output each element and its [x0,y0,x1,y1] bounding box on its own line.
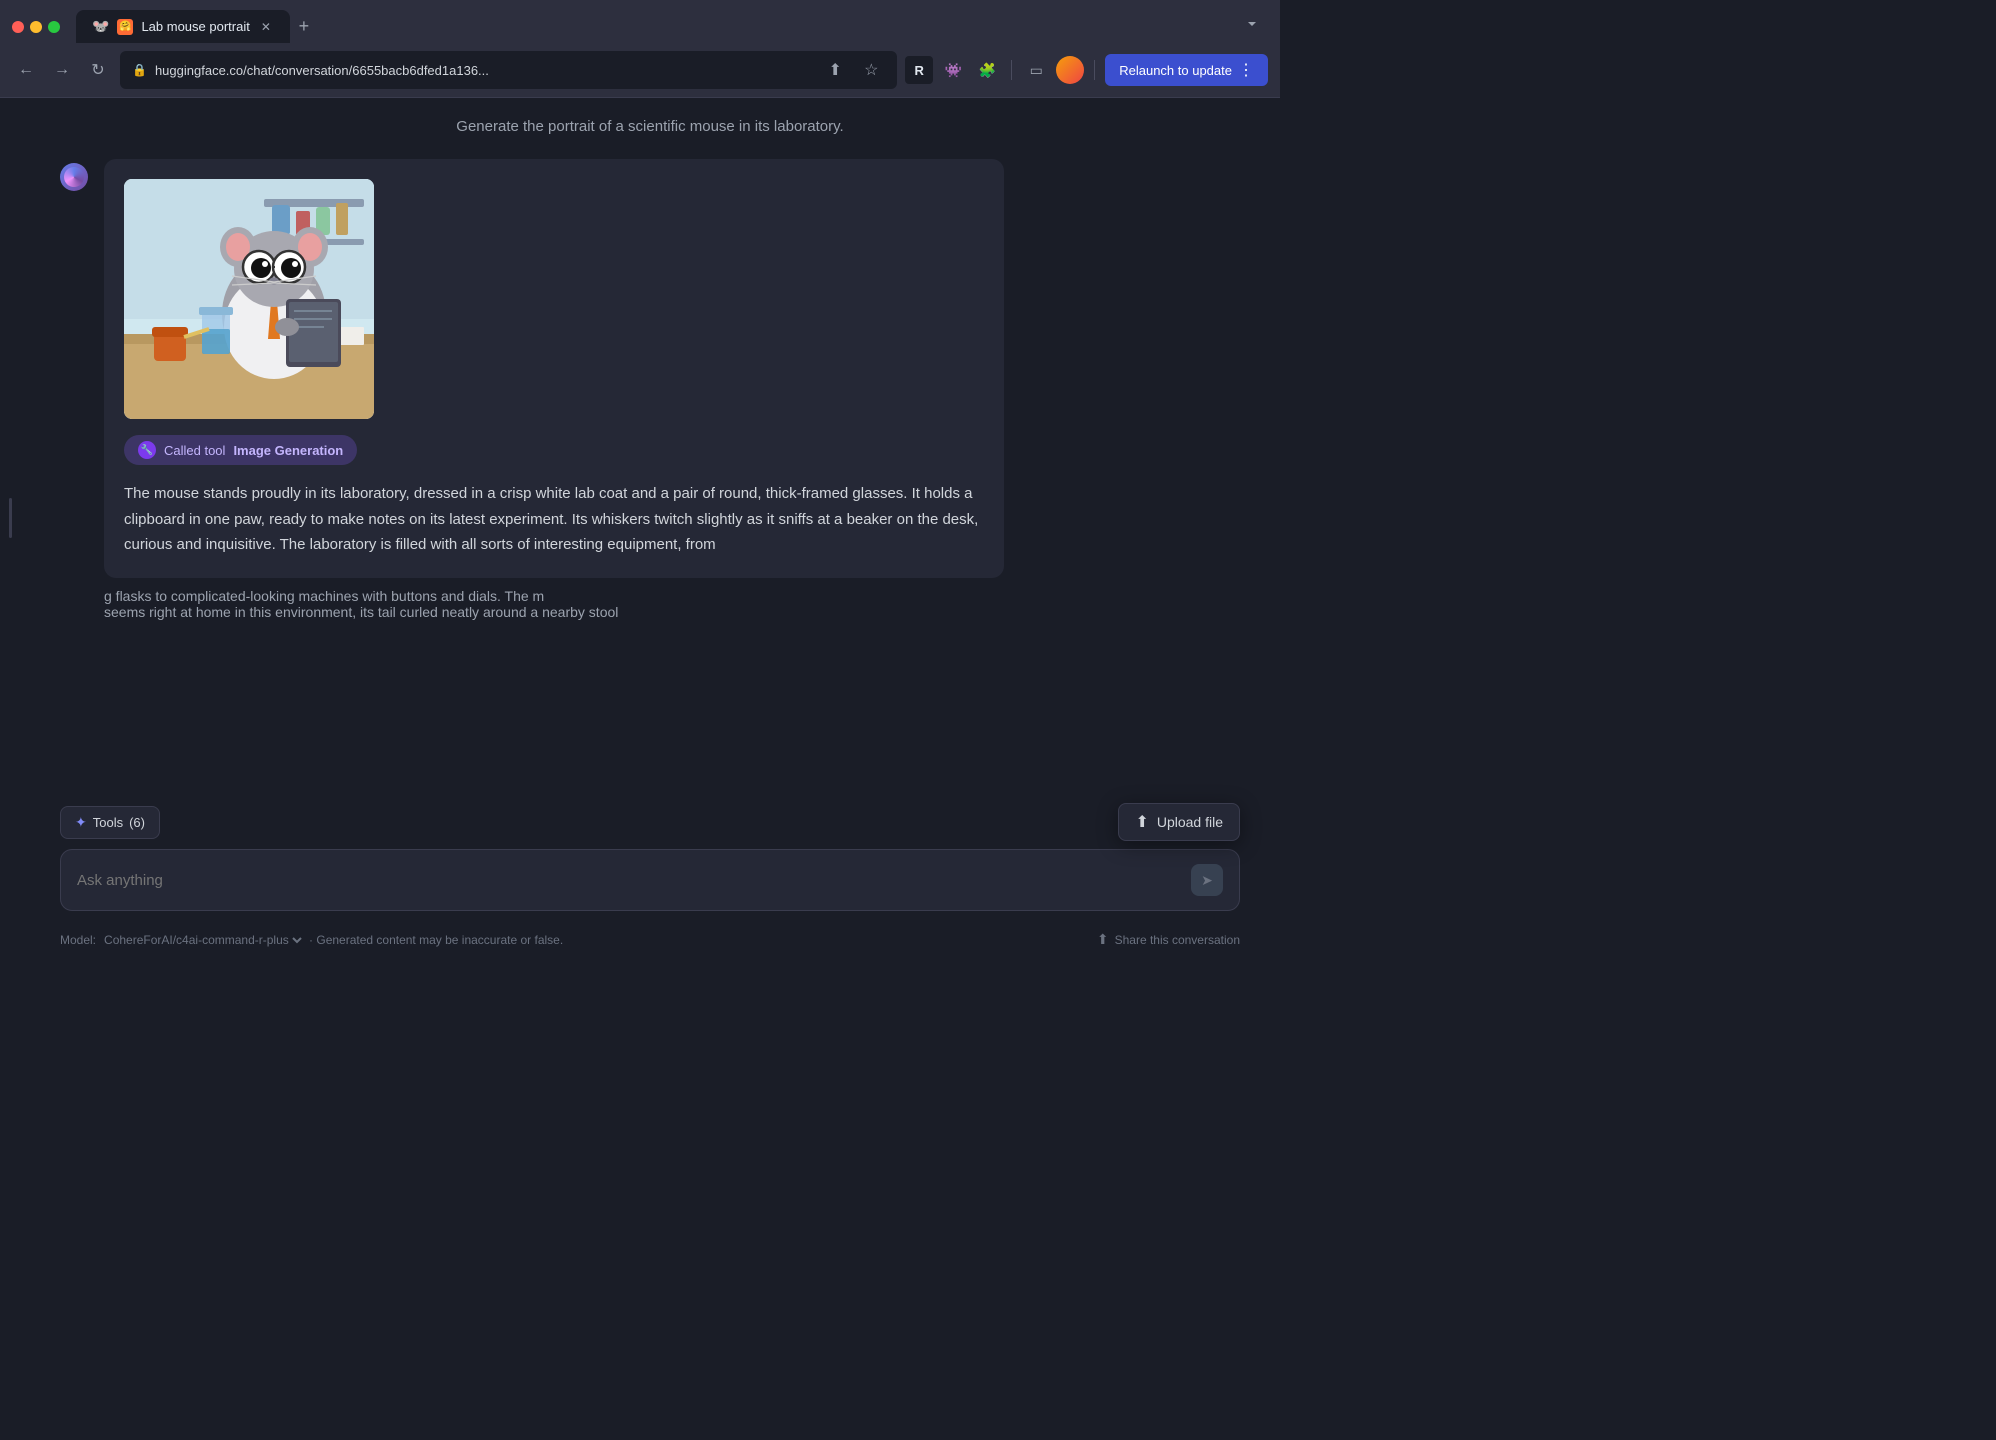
assistant-message: 🔧 Called tool Image Generation The mouse… [60,159,1240,578]
chat-area: Generate the portrait of a scientific mo… [20,98,1280,958]
partial-text: g flasks to complicated-looking machines… [60,588,1240,604]
input-area: ➤ [60,849,1240,911]
chevron-down-icon [1244,16,1260,32]
avatar-graphic [64,167,84,187]
extension-face-button[interactable]: 👾 [939,56,967,84]
extension-puzzle-button[interactable]: 🧩 [973,56,1001,84]
bookmark-button[interactable]: ☆ [857,56,885,84]
relaunch-button[interactable]: Relaunch to update ⋮ [1105,54,1268,86]
new-tab-button[interactable]: + [290,13,318,41]
message-content-card: 🔧 Called tool Image Generation The mouse… [104,159,1004,578]
profile-avatar[interactable] [1056,56,1084,84]
upload-icon: ⬆ [1135,812,1148,832]
mouse-illustration [124,179,374,419]
share-page-button[interactable]: ⬆ [821,56,849,84]
sparkle-icon: ✦ [75,814,87,831]
close-button[interactable] [12,21,24,33]
window-controls [12,21,60,33]
tool-badge: 🔧 Called tool Image Generation [124,435,357,465]
address-bar[interactable]: 🔒 huggingface.co/chat/conversation/6655b… [120,51,897,89]
chat-input[interactable] [77,872,1179,889]
sidebar-handle [9,498,12,538]
model-selector[interactable]: CohereForAI/c4ai-command-r-plus [100,932,305,948]
bottom-area: ✦ Tools (6) ⬆ Upload file ➤ [20,803,1280,923]
minimize-button[interactable] [30,21,42,33]
menu-dots-icon: ⋮ [1238,60,1254,80]
sidebar-toggle-button[interactable]: ▭ [1022,56,1050,84]
tab-emoji-icon: 🐭 [92,18,109,35]
tab-close-button[interactable]: ✕ [258,19,274,35]
sidebar-indicator [0,98,20,958]
tab-favicon-icon: 🤗 [117,19,133,35]
tools-bar: ✦ Tools (6) ⬆ Upload file [60,803,1240,841]
active-tab[interactable]: 🐭 🤗 Lab mouse portrait ✕ [76,10,290,43]
messages-container: Generate the portrait of a scientific mo… [20,98,1280,803]
tool-badge-icon: 🔧 [138,441,156,459]
send-icon: ➤ [1201,872,1213,889]
separator [1011,60,1012,80]
nav-actions: R 👾 🧩 ▭ Relaunch to update ⋮ [905,54,1268,86]
share-conversation-button[interactable]: ⬆ Share this conversation [1097,931,1240,948]
footer: Model: CohereForAI/c4ai-command-r-plus ·… [20,923,1280,958]
security-icon: 🔒 [132,63,147,77]
forward-button[interactable]: → [48,56,76,84]
generated-image [124,179,374,419]
tools-button[interactable]: ✦ Tools (6) [60,806,160,839]
tab-title: Lab mouse portrait [141,19,249,34]
reload-button[interactable]: ↻ [84,56,112,84]
send-button[interactable]: ➤ [1191,864,1223,896]
upload-popup[interactable]: ⬆ Upload file [1118,803,1240,841]
main-content: Generate the portrait of a scientific mo… [0,98,1280,958]
footer-left: Model: CohereForAI/c4ai-command-r-plus ·… [60,932,563,948]
assistant-avatar [60,163,88,191]
nav-bar: ← → ↻ 🔒 huggingface.co/chat/conversation… [0,43,1280,97]
share-icon: ⬆ [1097,931,1109,948]
title-bar: 🐭 🤗 Lab mouse portrait ✕ + [0,0,1280,43]
message-text: The mouse stands proudly in its laborato… [124,481,984,558]
url-text: huggingface.co/chat/conversation/6655bac… [155,63,813,78]
partial-text-2: seems right at home in this environment,… [60,604,1240,620]
tab-bar: 🐭 🤗 Lab mouse portrait ✕ + [76,10,318,43]
extension-r-button[interactable]: R [905,56,933,84]
browser-chrome: 🐭 🤗 Lab mouse portrait ✕ + ← → ↻ 🔒 huggi… [0,0,1280,98]
maximize-button[interactable] [48,21,60,33]
back-button[interactable]: ← [12,56,40,84]
user-message: Generate the portrait of a scientific mo… [60,118,1240,135]
separator-2 [1094,60,1095,80]
